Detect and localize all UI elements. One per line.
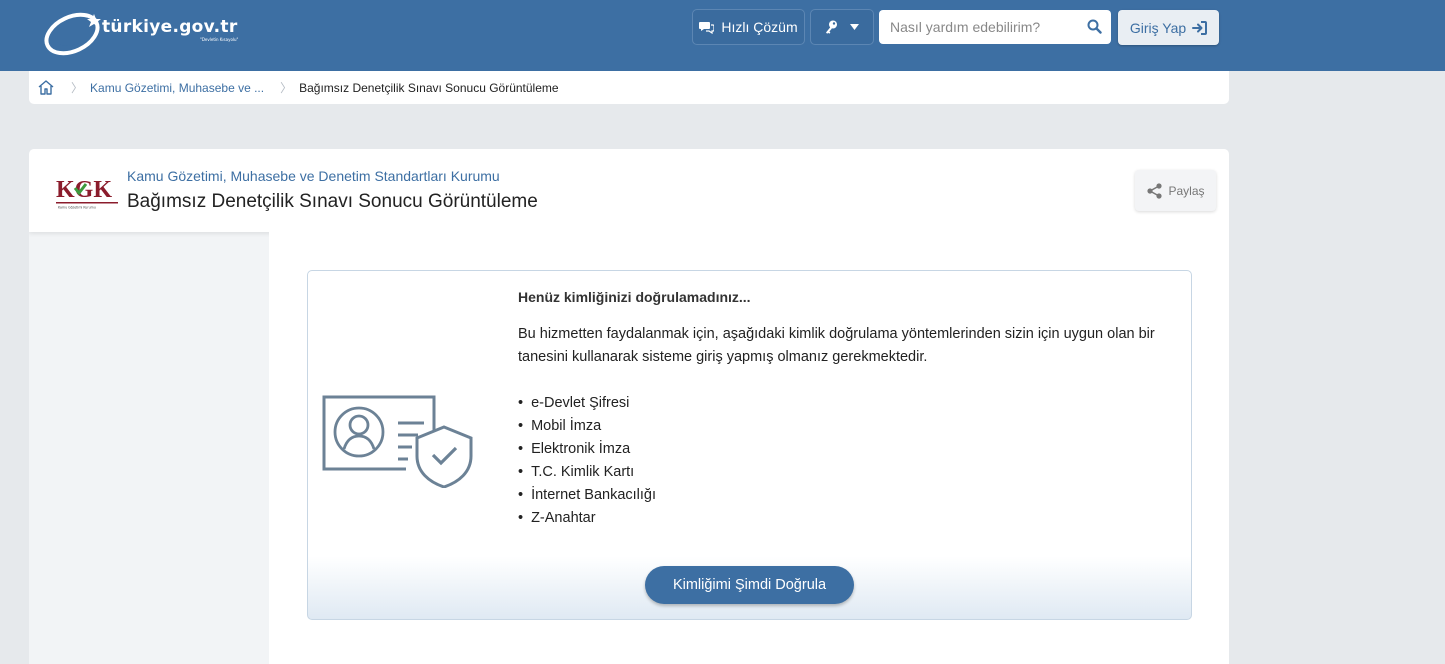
share-button[interactable]: Paylaş (1135, 170, 1216, 211)
password-menu-button[interactable] (810, 9, 874, 45)
auth-methods-list: e-Devlet Şifresi Mobil İmza Elektronik İ… (518, 392, 656, 530)
auth-method-item: T.C. Kimlik Kartı (518, 461, 656, 484)
auth-method-item: Z-Anahtar (518, 507, 656, 530)
share-icon (1146, 182, 1163, 199)
quick-solution-button[interactable]: Hızlı Çözüm (692, 9, 805, 45)
service-header: KGK Kamu Gözetimi Kurumu Kamu Gözetimi, … (29, 149, 1229, 232)
key-icon (825, 20, 838, 35)
svg-text:Kamu Gözetimi Kurumu: Kamu Gözetimi Kurumu (58, 206, 96, 210)
share-label: Paylaş (1168, 183, 1205, 198)
logo-text: türkiye.gov.tr (102, 17, 238, 37)
search-input[interactable] (879, 10, 1079, 44)
auth-method-item: e-Devlet Şifresi (518, 392, 656, 415)
search-box (879, 10, 1111, 44)
auth-description: Bu hizmetten faydalanmak için, aşağıdaki… (518, 326, 1155, 365)
chat-bubbles-icon (699, 21, 715, 34)
auth-method-item: Mobil İmza (518, 415, 656, 438)
quick-solution-label: Hızlı Çözüm (721, 19, 798, 35)
chevron-down-icon (850, 24, 859, 30)
institution-name-link[interactable]: Kamu Gözetimi, Muhasebe ve Denetim Stand… (127, 168, 500, 184)
sign-in-icon (1192, 20, 1208, 35)
breadcrumb-separator: 〉 (280, 81, 293, 95)
kgk-institution-logo: KGK Kamu Gözetimi Kurumu (56, 177, 118, 210)
home-icon[interactable] (37, 79, 55, 96)
breadcrumb-separator: 〉 (71, 81, 84, 95)
verify-identity-button[interactable]: Kimliğimi Şimdi Doğrula (645, 566, 854, 604)
breadcrumb-current-page: Bağımsız Denetçilik Sınavı Sonucu Görünt… (299, 80, 559, 95)
svg-text:KGK: KGK (56, 177, 112, 203)
page-title: Bağımsız Denetçilik Sınavı Sonucu Görünt… (127, 191, 538, 212)
auth-method-item: Elektronik İmza (518, 438, 656, 461)
breadcrumb: 〉 Kamu Gözetimi, Muhasebe ve ... 〉 Bağım… (29, 71, 1229, 104)
auth-method-item: İnternet Bankacılığı (518, 484, 656, 507)
turkiye-gov-logo[interactable]: türkiye.gov.tr "Devletin Kısayolu" (42, 8, 252, 56)
auth-heading: Henüz kimliğinizi doğrulamadınız... (518, 289, 751, 305)
authentication-required-panel: Henüz kimliğinizi doğrulamadınız... Bu h… (307, 270, 1192, 620)
login-label: Giriş Yap (1129, 19, 1187, 36)
top-navigation-bar: türkiye.gov.tr "Devletin Kısayolu" Hızlı… (0, 0, 1445, 71)
login-button[interactable]: Giriş Yap (1118, 10, 1219, 45)
search-icon[interactable] (1087, 19, 1102, 39)
logo-slogan: "Devletin Kısayolu" (200, 37, 239, 42)
id-card-shield-icon (322, 393, 474, 493)
breadcrumb-institution-link[interactable]: Kamu Gözetimi, Muhasebe ve ... (90, 81, 264, 95)
